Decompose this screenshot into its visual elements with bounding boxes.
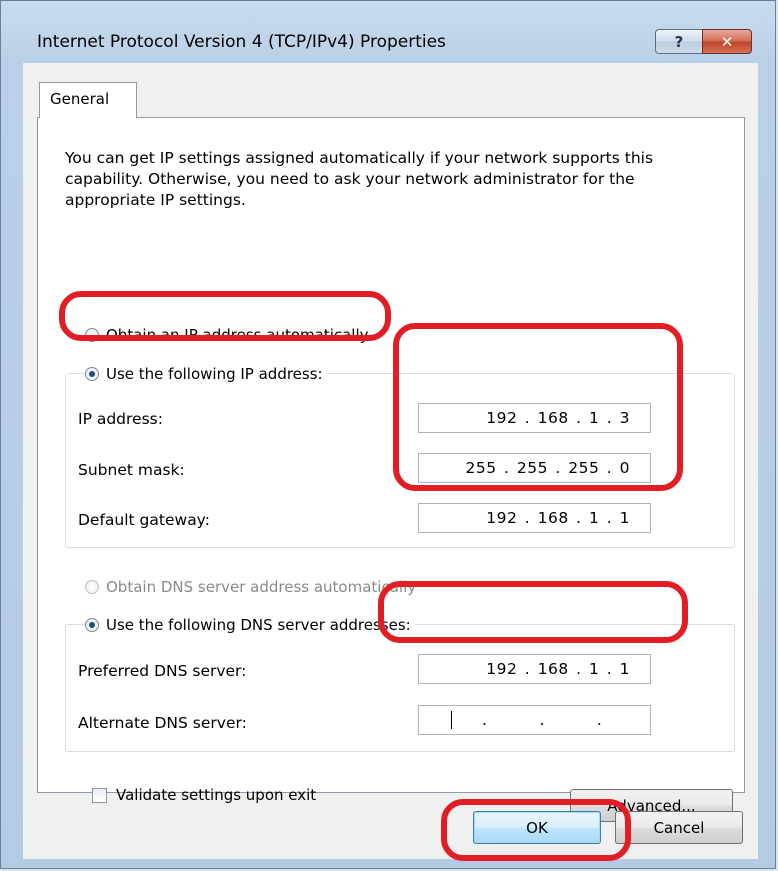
obtain-ip-auto-option[interactable]: Obtain an IP address automatically [85, 326, 369, 344]
window-title: Internet Protocol Version 4 (TCP/IPv4) P… [37, 32, 446, 52]
use-following-dns-option[interactable]: Use the following DNS server addresses: [85, 616, 415, 634]
validate-option[interactable]: Validate settings upon exit [92, 786, 316, 804]
ip-address-input[interactable]: 192 . 168 . 1 . 3 [418, 403, 651, 433]
octet-separator: . [482, 711, 488, 729]
subnet-mask-label: Subnet mask: [78, 461, 185, 479]
use-following-dns-label: Use the following DNS server addresses: [106, 616, 411, 634]
ok-button[interactable]: OK [473, 811, 601, 844]
obtain-dns-auto-label: Obtain DNS server address automatically [106, 578, 417, 596]
validate-label: Validate settings upon exit [116, 786, 317, 804]
close-icon: ✕ [720, 32, 734, 51]
caption-buttons: ? ✕ [655, 29, 752, 54]
general-panel: You can get IP settings assigned automat… [37, 117, 745, 822]
preferred-dns-label: Preferred DNS server: [78, 662, 247, 680]
help-button[interactable]: ? [655, 29, 702, 54]
dialog-client: General You can get IP settings assigned… [23, 63, 758, 859]
obtain-dns-auto-radio[interactable] [85, 580, 99, 594]
tab-general[interactable]: General [39, 82, 137, 118]
close-button[interactable]: ✕ [702, 29, 752, 54]
help-icon: ? [674, 32, 684, 51]
use-following-ip-label: Use the following IP address: [106, 365, 323, 383]
default-gateway-input[interactable]: 192 . 168 . 1 . 1 [418, 503, 651, 533]
obtain-ip-auto-label: Obtain an IP address automatically [106, 326, 369, 344]
obtain-dns-auto-option[interactable]: Obtain DNS server address automatically [85, 578, 416, 596]
use-following-ip-option[interactable]: Use the following IP address: [85, 365, 327, 383]
intro-text: You can get IP settings assigned automat… [65, 149, 654, 209]
cancel-button[interactable]: Cancel [615, 811, 743, 844]
alternate-dns-input[interactable]: . . . [418, 705, 651, 735]
octet-separator: . [596, 711, 603, 729]
subnet-mask-input[interactable]: 255 . 255 . 255 . 0 [418, 453, 651, 483]
octet-separator: . [539, 711, 545, 729]
dialog-window: Internet Protocol Version 4 (TCP/IPv4) P… [0, 0, 776, 869]
ip-address-label: IP address: [78, 410, 163, 428]
preferred-dns-input[interactable]: 192 . 168 . 1 . 1 [418, 654, 651, 684]
validate-checkbox[interactable] [92, 787, 107, 803]
use-following-ip-radio[interactable] [85, 367, 99, 381]
use-following-dns-radio[interactable] [85, 618, 99, 632]
obtain-ip-auto-radio[interactable] [85, 328, 99, 342]
default-gateway-label: Default gateway: [78, 511, 210, 529]
text-caret [451, 711, 452, 729]
alternate-dns-label: Alternate DNS server: [78, 714, 247, 732]
